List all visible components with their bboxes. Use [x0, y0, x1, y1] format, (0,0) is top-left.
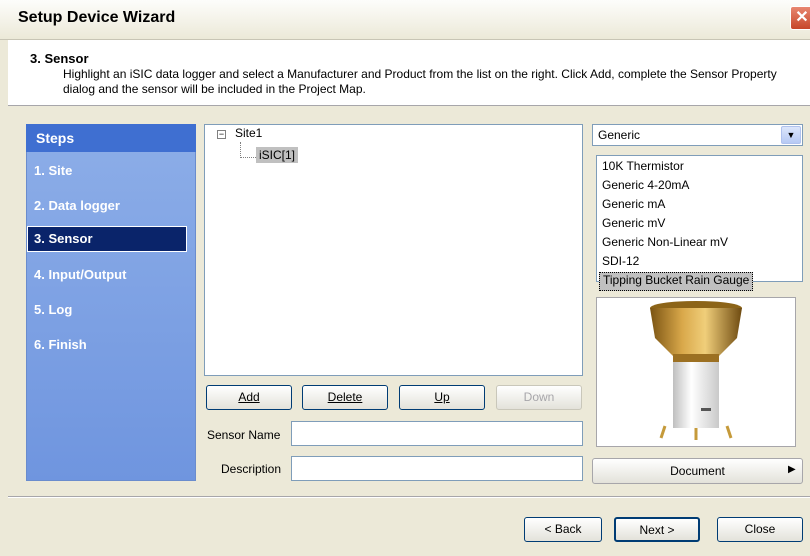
page-title: 3. Sensor	[30, 51, 89, 66]
delete-label: Delete	[327, 390, 363, 404]
tree-connector	[240, 157, 256, 158]
document-label: Document	[670, 464, 725, 478]
steps-heading: Steps	[26, 124, 196, 152]
next-button[interactable]: Next >	[614, 517, 700, 542]
close-window-button[interactable]: ✕	[790, 6, 810, 30]
next-label: Next >	[639, 523, 675, 537]
list-item-selected[interactable]: Tipping Bucket Rain Gauge	[599, 272, 754, 291]
step-sensor[interactable]: 3. Sensor	[27, 226, 187, 252]
back-button[interactable]: < Back	[524, 517, 602, 542]
manufacturer-select[interactable]: Generic	[592, 124, 803, 146]
chevron-down-icon[interactable]: ▼	[781, 126, 801, 144]
up-button[interactable]: Up	[399, 385, 485, 410]
triangle-right-icon: ▶	[788, 464, 796, 475]
down-button[interactable]: Down	[496, 385, 582, 410]
collapse-icon[interactable]: −	[217, 130, 226, 139]
list-item[interactable]: Generic Non-Linear mV	[597, 234, 802, 253]
delete-button[interactable]: Delete	[302, 385, 388, 410]
list-item[interactable]: Generic mA	[597, 196, 802, 215]
step-data-logger[interactable]: 2. Data logger	[34, 198, 194, 213]
description-input[interactable]	[291, 456, 583, 481]
step-site[interactable]: 1. Site	[34, 163, 194, 178]
list-item[interactable]: SDI-12	[597, 253, 802, 272]
step-input-output[interactable]: 4. Input/Output	[34, 267, 194, 282]
document-button[interactable]: Document	[592, 458, 803, 484]
tree-connector	[240, 142, 241, 158]
footer-divider	[8, 496, 810, 498]
window-title: Setup Device Wizard	[18, 9, 176, 26]
product-image	[596, 297, 796, 447]
step-finish[interactable]: 6. Finish	[34, 337, 194, 352]
close-button[interactable]: Close	[717, 517, 803, 542]
down-label: Down	[523, 390, 555, 404]
rain-gauge-illustration	[650, 301, 742, 440]
list-item[interactable]: 10K Thermistor	[597, 158, 802, 177]
sensor-name-input[interactable]	[291, 421, 583, 446]
add-button[interactable]: Add	[206, 385, 292, 410]
page-description: Highlight an iSIC data logger and select…	[63, 67, 777, 96]
step-log[interactable]: 5. Log	[34, 302, 194, 317]
sensor-name-label: Sensor Name	[207, 428, 281, 442]
list-item[interactable]: Generic mV	[597, 215, 802, 234]
add-label: Add	[238, 390, 260, 404]
tree-node-logger[interactable]: iSIC[1]	[256, 147, 299, 163]
product-list[interactable]: 10K Thermistor Generic 4-20mA Generic mA…	[596, 155, 803, 291]
list-item[interactable]: Generic 4-20mA	[597, 177, 802, 196]
up-label: Up	[434, 390, 450, 404]
close-label: Close	[744, 522, 776, 536]
tree-node-site[interactable]: Site1	[235, 126, 262, 140]
back-label: < Back	[544, 522, 582, 536]
description-label: Description	[221, 462, 282, 476]
